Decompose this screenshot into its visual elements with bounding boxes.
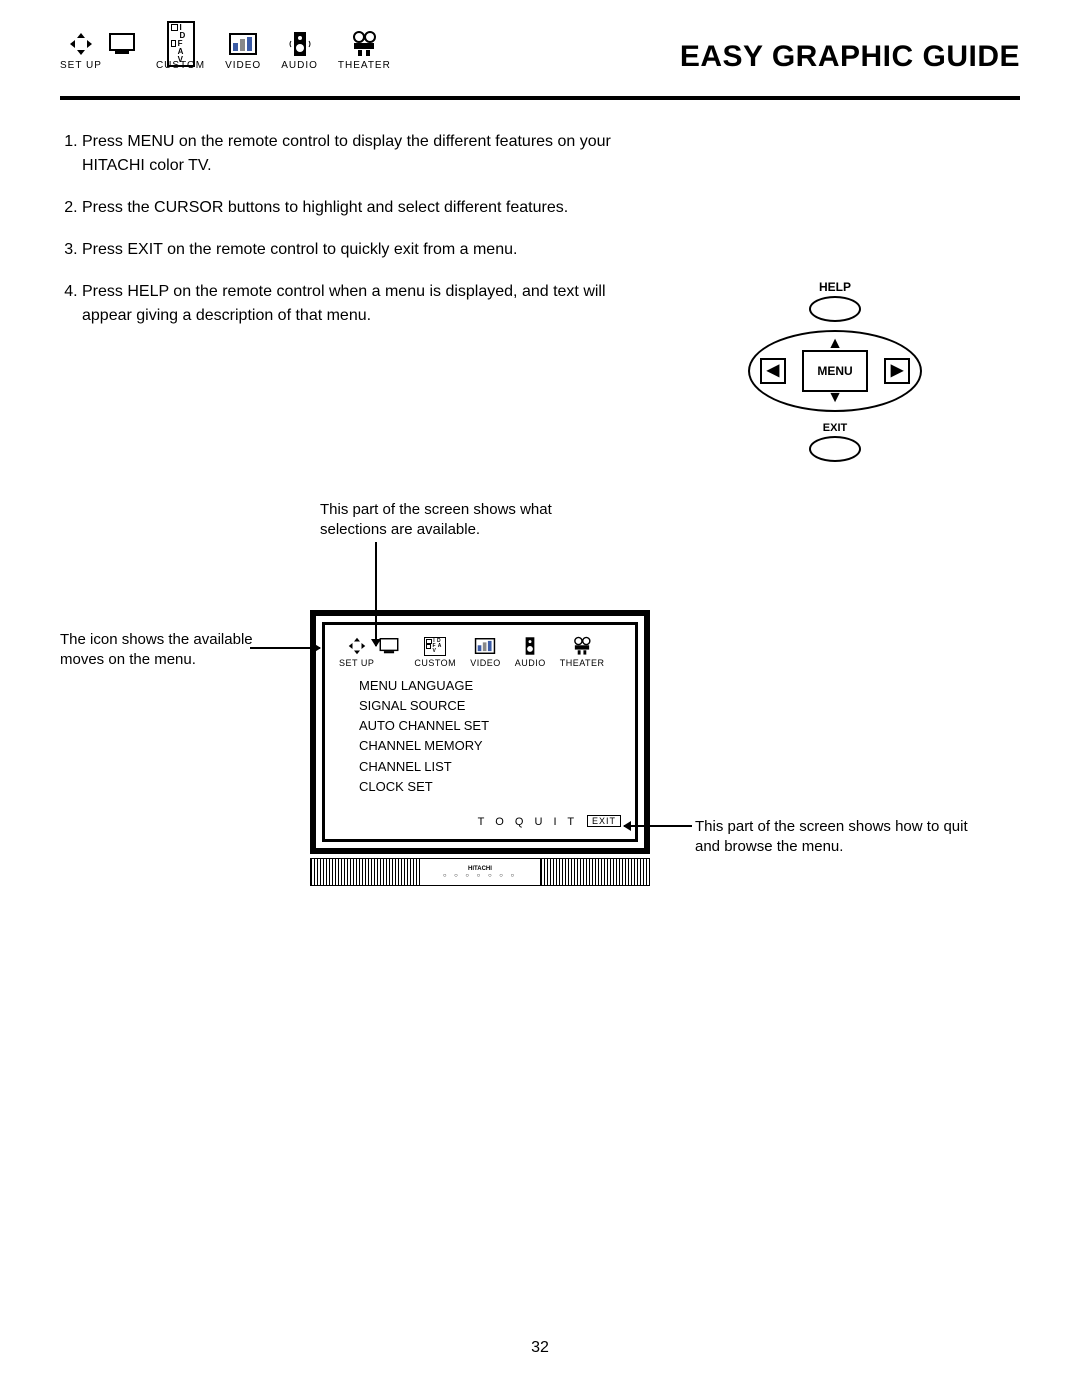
tab-label: CUSTOM [156,60,205,71]
tab-custom: I D F A V CUSTOM [156,30,205,71]
tv-menu-item: AUTO CHANNEL SET [359,716,625,736]
nav-arrows-icon [346,635,368,657]
tv-tab-theater: THEATER [560,635,605,668]
tv-mock: SET UP . I D F A [310,610,650,886]
tab-label: VIDEO [225,60,261,71]
arrow-right-icon: ▶ [884,358,910,384]
tv-tab-label: CUSTOM [414,658,456,668]
tv-quit-hint: T O Q U I T EXIT [335,815,625,828]
tv-menu-item: CLOCK SET [359,777,625,797]
bars-icon [229,30,257,58]
tv-brand-panel: HITACHI ○ ○ ○ ○ ○ ○ ○ [420,858,540,886]
tv-tab-custom: I D F A V CUSTOM [414,635,456,668]
tv-icon [378,635,400,657]
tv-icon [108,30,136,58]
tab-label: THEATER [338,60,391,71]
tv-tab-label: VIDEO [470,658,501,668]
tv-tab-setup: SET UP [339,635,374,668]
tv-base: HITACHI ○ ○ ○ ○ ○ ○ ○ [310,858,650,886]
tab-label: AUDIO [281,60,318,71]
tv-tab-label: AUDIO [515,658,546,668]
help-label: HELP [745,280,925,294]
brand-label: HITACHI [468,866,492,872]
tab-label: SET UP [60,60,102,71]
tv-menu-list: MENU LANGUAGE SIGNAL SOURCE AUTO CHANNEL… [359,676,625,797]
instruction-item: Press HELP on the remote control when a … [82,280,642,328]
arrow-left-icon: ◀ [760,358,786,384]
projector-icon [571,635,593,657]
speaker-grill-icon [540,858,650,886]
instruction-item: Press MENU on the remote control to disp… [82,130,642,178]
arrow-up-icon: ▲ [827,336,843,352]
tv-menu-item: CHANNEL LIST [359,757,625,777]
idfav-icon: I D F A V [424,635,446,657]
callout-left: The icon shows the available moves on th… [60,630,280,671]
quit-label: T O Q U I T [478,816,578,828]
speaker-icon [286,30,314,58]
tv-tabs: SET UP . I D F A [339,635,625,668]
tv-tab-label: THEATER [560,658,605,668]
exit-button-icon [809,436,861,462]
callout-right: This part of the screen shows how to qui… [695,817,995,858]
page-number: 32 [0,1339,1080,1357]
tv-menu-item: MENU LANGUAGE [359,676,625,696]
speaker-icon [519,635,541,657]
tv-tab-video: VIDEO [470,635,501,668]
tv-tab-setup-tv: . [378,635,400,668]
tab-setup-tv: . [108,30,136,71]
page-title: EASY GRAPHIC GUIDE [680,40,1020,74]
button-row-icon: ○ ○ ○ ○ ○ ○ ○ [443,873,517,879]
tab-setup: SET UP [60,30,102,71]
callout-top: This part of the screen shows what selec… [320,500,620,541]
remote-control-diagram: HELP ▲ ▼ ◀ ▶ MENU EXIT [745,280,925,470]
menu-button: MENU [802,350,868,392]
tv-tab-audio: AUDIO [515,635,546,668]
tab-audio: AUDIO [281,30,318,71]
header-rule [60,96,1020,100]
speaker-grill-icon [310,858,420,886]
nav-arrows-icon [67,30,95,58]
instruction-list: Press MENU on the remote control to disp… [60,130,642,328]
exit-chip: EXIT [587,815,621,827]
arrow-down-icon: ▼ [827,390,843,406]
tab-video: VIDEO [225,30,261,71]
header: SET UP . I D F A V CUSTO [60,30,1020,90]
tv-tab-label: SET UP [339,658,374,668]
exit-label: EXIT [745,422,925,434]
instruction-item: Press the CURSOR buttons to highlight an… [82,196,642,220]
tv-menu-item: CHANNEL MEMORY [359,736,625,756]
instruction-item: Press EXIT on the remote control to quic… [82,238,642,262]
cursor-pad-icon: ▲ ▼ ◀ ▶ MENU [748,330,922,412]
tab-theater: THEATER [338,30,391,71]
tv-diagram: This part of the screen shows what selec… [60,500,1020,930]
help-button-icon [809,296,861,322]
idfav-icon: I D F A V [167,30,195,58]
tv-menu-item: SIGNAL SOURCE [359,696,625,716]
projector-icon [350,30,378,58]
bars-icon [474,635,496,657]
